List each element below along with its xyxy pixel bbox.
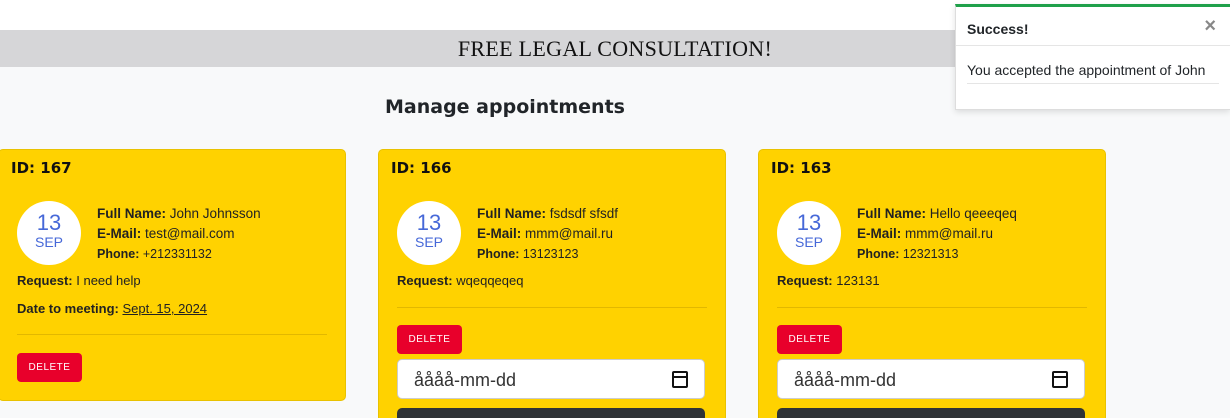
request-value: 123131 [836,273,880,288]
request-label: Request: [397,273,453,288]
email-value: mmm@mail.ru [525,226,613,241]
email-label: E-Mail: [857,226,902,241]
toast-underline [967,83,1219,84]
toast-divider [956,45,1230,46]
success-toast: Success! × You accepted the appointment … [955,4,1230,110]
request-line: Request: 123131 [777,273,880,288]
appointment-card: ID: 166 13 SEP Full Name: fsdsdf sfsdf E… [378,149,726,418]
phone-label: Phone: [857,247,900,261]
request-label: Request: [17,273,73,288]
appointment-id: ID: 166 [391,159,452,177]
date-badge: 13 SEP [17,201,81,265]
full-name-label: Full Name: [97,206,167,221]
email-label: E-Mail: [97,226,142,241]
full-name-value: John Johnsson [169,206,261,221]
banner-title: FREE LEGAL CONSULTATION! [457,36,773,61]
date-month: SEP [34,234,63,250]
delete-button[interactable]: DELETE [777,325,842,354]
full-name-label: Full Name: [477,206,547,221]
divider [397,307,707,308]
calendar-icon[interactable] [1052,371,1068,388]
divider [17,334,327,335]
date-badge: 13 SEP [397,201,461,265]
date-badge: 13 SEP [777,201,841,265]
contact-info: Full Name: Hello qeeeqeq E-Mail: mmm@mai… [857,204,1017,264]
full-name-value: Hello qeeeqeq [929,206,1017,221]
meeting-date-input[interactable]: åååå-mm-dd [777,359,1085,399]
appointment-card: ID: 167 13 SEP Full Name: John Johnsson … [0,149,346,401]
date-month: SEP [414,234,443,250]
phone-value: 13123123 [522,247,579,261]
full-name-label: Full Name: [857,206,927,221]
calendar-icon[interactable] [672,371,688,388]
close-icon[interactable]: × [1204,16,1216,36]
delete-button[interactable]: DELETE [397,325,462,354]
email-label: E-Mail: [477,226,522,241]
appointment-card: ID: 163 13 SEP Full Name: Hello qeeeqeq … [758,149,1106,418]
accept-button[interactable] [397,408,705,418]
date-month: SEP [794,234,823,250]
delete-button[interactable]: DELETE [17,353,82,382]
email-value: test@mail.com [145,226,235,241]
toast-message: You accepted the appointment of John [967,62,1206,78]
date-day: 13 [36,210,62,235]
phone-value: 12321313 [902,247,959,261]
request-label: Request: [777,273,833,288]
meeting-date-line: Date to meeting: Sept. 15, 2024 [17,301,207,316]
request-value: I need help [76,273,141,288]
request-value: wqeqqeqeq [456,273,524,288]
meeting-date-label: Date to meeting: [17,301,119,316]
appointment-id: ID: 163 [771,159,832,177]
contact-info: Full Name: fsdsdf sfsdf E-Mail: mmm@mail… [477,204,618,264]
request-line: Request: wqeqqeqeq [397,273,523,288]
date-input-placeholder: åååå-mm-dd [794,370,897,390]
full-name-value: fsdsdf sfsdf [549,206,619,221]
date-input-placeholder: åååå-mm-dd [414,370,517,390]
email-value: mmm@mail.ru [905,226,993,241]
date-day: 13 [416,210,442,235]
accept-button[interactable] [777,408,1085,418]
divider [777,307,1087,308]
request-line: Request: I need help [17,273,141,288]
meeting-date-input[interactable]: åååå-mm-dd [397,359,705,399]
appointment-id: ID: 167 [11,159,72,177]
phone-label: Phone: [477,247,520,261]
phone-value: +212331132 [142,247,212,261]
contact-info: Full Name: John Johnsson E-Mail: test@ma… [97,204,261,264]
phone-label: Phone: [97,247,140,261]
page-title: Manage appointments [385,96,625,118]
date-day: 13 [796,210,822,235]
meeting-date-link[interactable]: Sept. 15, 2024 [122,301,207,316]
toast-title: Success! [967,21,1029,37]
